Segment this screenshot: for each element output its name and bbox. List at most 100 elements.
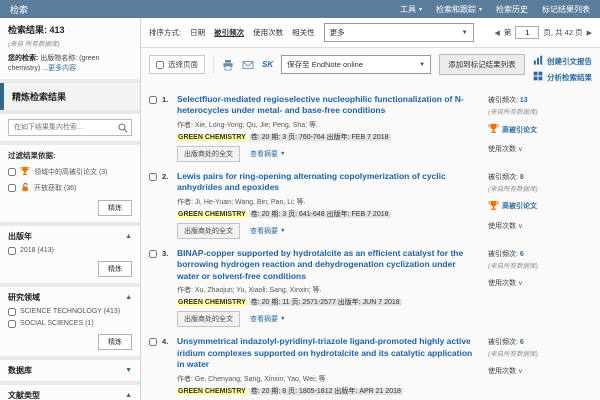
result-title-link[interactable]: Selectfluor-mediated regioselective nucl…	[177, 94, 480, 117]
year-filter-row: 2018 (413)	[8, 247, 132, 255]
top-nav: 工具▾ 检索和跟踪▾ 检索历史 标记结果列表	[400, 4, 590, 15]
main-panel: 排序方式: 日期 被引频次 使用次数 相关性 更多 ▼ ◀ 第 页, 共 42 …	[141, 18, 600, 400]
usage-count-link[interactable]: 使用次数∨	[488, 278, 594, 288]
filter-highly-cited: 领域中的高被引论文 (3)	[8, 166, 132, 178]
citation-panel: 被引频次: 6 (来自所有数据库) 使用次数∨	[488, 336, 594, 400]
sk-export-icon[interactable]: SK	[262, 60, 273, 69]
result-title-link[interactable]: BINAP-copper supported by hydrotalcite a…	[177, 248, 480, 282]
section-databases: 数据库 ▼	[0, 360, 140, 381]
top-bar: 检索 工具▾ 检索和跟踪▾ 检索历史 标记结果列表	[0, 0, 600, 18]
report-links: 创建引文报告 分析检索结果	[533, 54, 592, 83]
sort-by-times-cited[interactable]: 被引频次	[214, 27, 244, 38]
usage-count-link[interactable]: 使用次数∨	[488, 366, 594, 376]
result-source: GREEN CHEMISTRY 卷: 20 期: 8 页: 1805-1812 …	[177, 386, 480, 396]
refine-button[interactable]: 精炼	[98, 261, 132, 277]
times-cited-link[interactable]: 8	[520, 174, 524, 181]
more-link[interactable]: ...更多内容	[42, 65, 76, 72]
usage-count-link[interactable]: 使用次数∨	[488, 144, 594, 154]
year-2018-checkbox[interactable]	[8, 247, 16, 255]
trophy-icon	[20, 166, 30, 178]
section-research-areas: 研究领域 ▲ SCIENCE TECHNOLOGY (413) SOCIAL S…	[0, 287, 140, 356]
journal-name: GREEN CHEMISTRY	[177, 211, 247, 218]
analyze-results-link[interactable]: 分析检索结果	[533, 71, 592, 83]
add-to-marked-list-button[interactable]: 添加到标记结果列表	[439, 54, 525, 75]
sort-by-relevance[interactable]: 相关性	[292, 27, 315, 38]
open-access-checkbox[interactable]	[8, 184, 16, 192]
result-checkbox[interactable]	[149, 96, 157, 104]
result-checkbox[interactable]	[149, 250, 157, 258]
chevron-down-icon: ∨	[518, 279, 523, 287]
highly-cited-checkbox[interactable]	[8, 168, 16, 176]
results-list: 1. Selectfluor-mediated regioselective n…	[141, 87, 600, 400]
collapse-icon[interactable]: ▲	[125, 233, 132, 240]
view-abstract-link[interactable]: 查看摘要▼	[250, 226, 285, 236]
fulltext-button[interactable]: 出版商处的全文	[177, 223, 240, 239]
research-area-row: SCIENCE TECHNOLOGY (413)	[8, 308, 132, 316]
result-source: GREEN CHEMISTRY 卷: 20 期: 3 页: 641-648 出版…	[177, 209, 480, 219]
section-document-types: 文献类型 ▲ ARTICLE (403) CORRECTION (6)	[0, 385, 140, 400]
view-abstract-link[interactable]: 查看摘要▼	[250, 149, 285, 159]
fulltext-button[interactable]: 出版商处的全文	[177, 146, 240, 162]
result-source: GREEN CHEMISTRY 卷: 20 期: 11 页: 2571-2577…	[177, 297, 480, 307]
result-row: 2. Lewis pairs for ring-opening alternat…	[141, 166, 600, 243]
create-citation-report-link[interactable]: 创建引文报告	[533, 55, 592, 67]
citation-panel: 被引频次: 8 (来自所有数据库) 高被引论文 使用次数∨	[488, 171, 594, 239]
times-cited-link[interactable]: 13	[520, 97, 528, 104]
divider	[213, 57, 214, 73]
result-row: 3. BINAP-copper supported by hydrotalcit…	[141, 243, 600, 331]
refine-button[interactable]: 精炼	[98, 334, 132, 350]
chevron-down-icon: ▼	[280, 151, 285, 157]
result-checkbox[interactable]	[149, 173, 157, 181]
chevron-down-icon: ▼	[280, 228, 285, 234]
section-title: 文献类型	[8, 390, 40, 400]
result-title-link[interactable]: Lewis pairs for ring-opening alternating…	[177, 171, 480, 194]
next-page-arrow[interactable]: ▶	[587, 29, 592, 37]
social-sciences-checkbox[interactable]	[8, 320, 16, 328]
result-title-link[interactable]: Unsymmetrical indazolyl-pyridinyl-triazo…	[177, 336, 480, 370]
sort-more-dropdown[interactable]: 更多 ▼	[324, 23, 474, 42]
prev-page-arrow[interactable]: ◀	[495, 29, 500, 37]
sort-by-date[interactable]: 日期	[190, 27, 205, 38]
chevron-down-icon: ▼	[280, 316, 285, 322]
result-meta: 卷: 20 期: 3 页: 760-764 出版年: FEB 7 2018	[249, 134, 391, 141]
search-icon[interactable]	[118, 123, 128, 135]
expand-icon[interactable]: ▼	[125, 367, 132, 374]
nav-marked-list[interactable]: 标记结果列表	[542, 4, 590, 15]
result-source: GREEN CHEMISTRY 卷: 20 期: 3 页: 760-764 出版…	[177, 132, 480, 142]
result-number: 2.	[162, 172, 175, 239]
email-icon[interactable]	[242, 59, 254, 71]
collapse-icon[interactable]: ▲	[125, 294, 132, 301]
journal-name: GREEN CHEMISTRY	[177, 134, 247, 141]
result-authors: 作者: Xu, Zhaojun; Yu, Xiaoli; Sang, Xinxi…	[177, 285, 480, 295]
journal-name: GREEN CHEMISTRY	[177, 388, 247, 395]
result-authors: 作者: Ji, He-Yuan; Wang, Bin; Pan, Li; 等.	[177, 197, 480, 207]
times-cited-link[interactable]: 6	[520, 339, 524, 346]
usage-count-link[interactable]: 使用次数∨	[488, 221, 594, 231]
save-to-endnote-dropdown[interactable]: 保存至 EndNote online ▼	[281, 55, 431, 74]
result-meta: 卷: 20 期: 3 页: 641-648 出版年: FEB 7 2018	[249, 211, 391, 218]
result-checkbox[interactable]	[149, 338, 157, 346]
result-number: 4.	[162, 337, 175, 400]
fulltext-button[interactable]: 出版商处的全文	[177, 311, 240, 327]
times-cited-link[interactable]: 6	[520, 251, 524, 258]
science-technology-checkbox[interactable]	[8, 308, 16, 316]
results-source-note: (来自 所有数据库)	[8, 38, 132, 48]
nav-tools[interactable]: 工具▾	[400, 4, 422, 15]
results-toolbar: 选择页面 SK 保存至 EndNote online ▼ 添加到标记结果列表	[141, 48, 600, 87]
select-page-checkbox[interactable]	[156, 61, 164, 69]
sort-by-usage[interactable]: 使用次数	[253, 27, 283, 38]
trophy-icon	[488, 123, 499, 136]
nav-search-alerts[interactable]: 检索和跟踪▾	[436, 4, 482, 15]
collapse-icon[interactable]: ▲	[125, 392, 132, 399]
result-number: 3.	[162, 249, 175, 327]
print-icon[interactable]	[222, 59, 234, 71]
refine-button[interactable]: 精炼	[98, 200, 132, 216]
open-access-icon	[20, 182, 30, 194]
chevron-down-icon: ∨	[518, 145, 523, 153]
sort-label: 排序方式:	[149, 27, 181, 38]
view-abstract-link[interactable]: 查看摘要▼	[250, 314, 285, 324]
nav-search-history[interactable]: 检索历史	[496, 4, 528, 15]
trophy-icon	[488, 200, 499, 213]
search-within-input[interactable]	[8, 119, 132, 136]
page-number-input[interactable]	[515, 26, 539, 39]
